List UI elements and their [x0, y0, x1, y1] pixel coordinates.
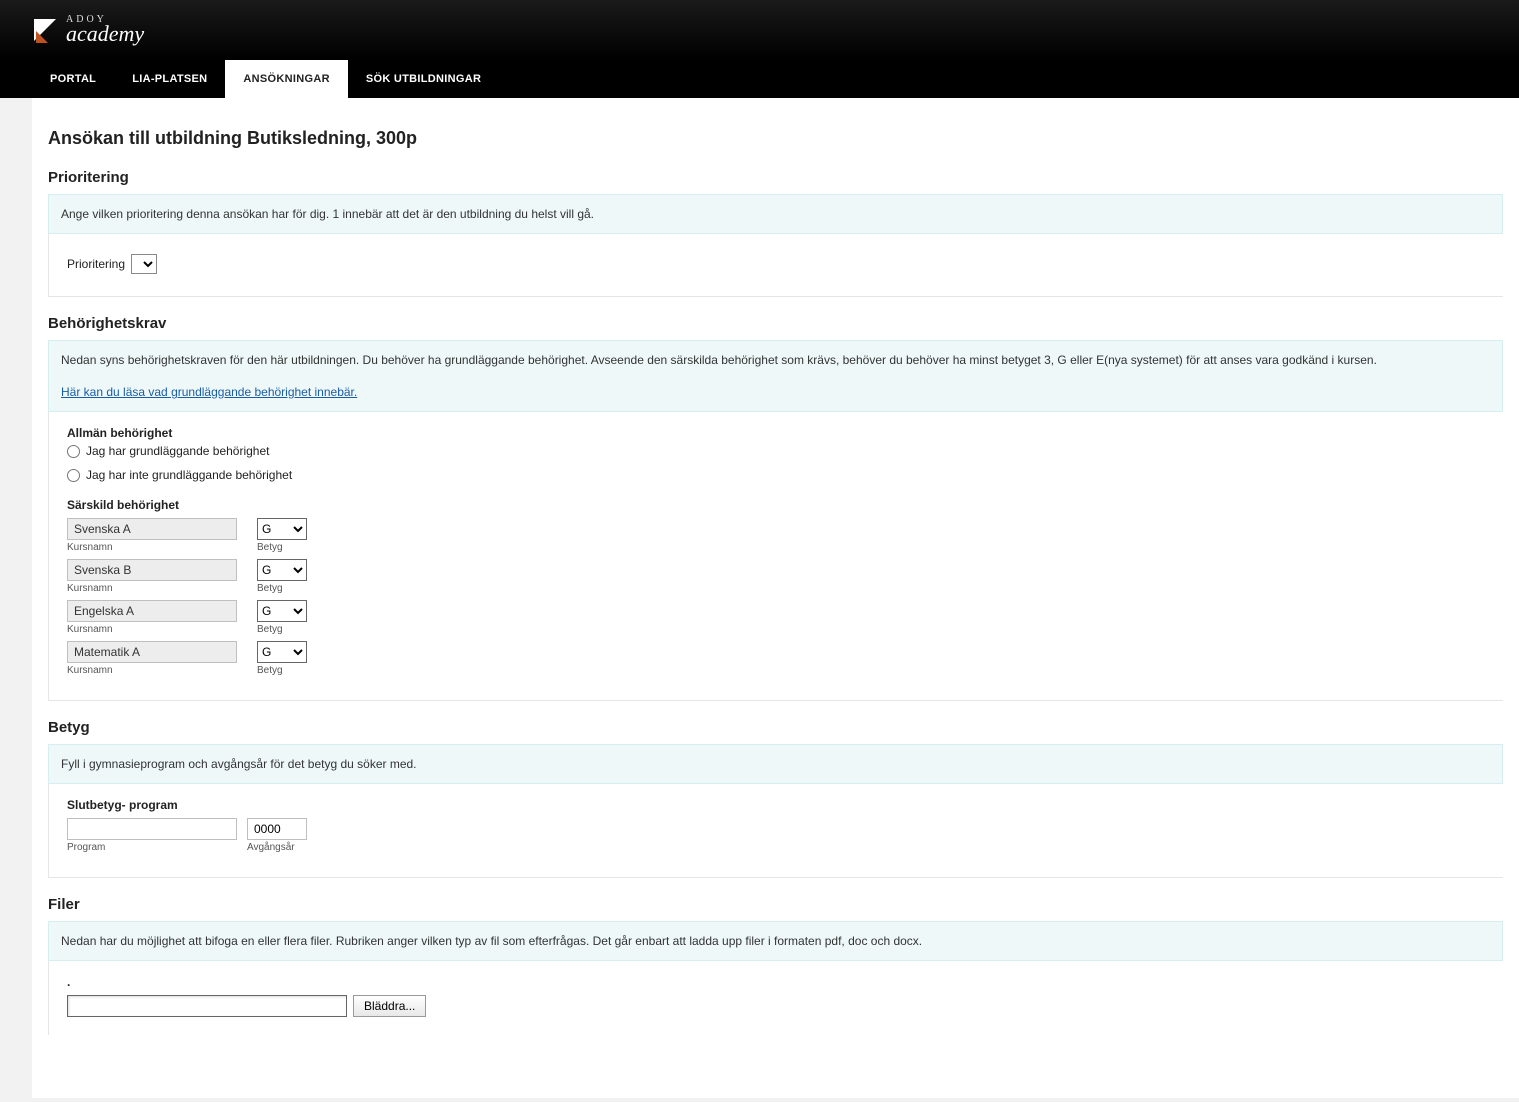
prioritering-label: Prioritering	[67, 257, 125, 271]
file-path-input[interactable]	[67, 995, 347, 1017]
course-grade-under-label: Betyg	[257, 542, 307, 553]
info-betyg: Fyll i gymnasieprogram och avgångsår för…	[48, 744, 1503, 784]
brand-line2: academy	[66, 21, 144, 47]
header: ADOY academy	[0, 0, 1519, 60]
slutbetyg-label: Slutbetyg- program	[67, 798, 1485, 812]
info-prioritering: Ange vilken prioritering denna ansökan h…	[48, 194, 1503, 234]
course-name-under-label: Kursnamn	[67, 624, 237, 635]
info-behorighet-link[interactable]: Här kan du läsa vad grundläggande behöri…	[61, 385, 357, 399]
radio-no-behorighet[interactable]	[67, 469, 80, 482]
program-input[interactable]	[67, 818, 237, 840]
filer-block: . Bläddra...	[48, 961, 1503, 1035]
browse-button[interactable]: Bläddra...	[353, 995, 426, 1017]
course-name-input	[67, 559, 237, 581]
page-title: Ansökan till utbildning Butiksledning, 3…	[48, 128, 1503, 149]
radio-has-behorighet[interactable]	[67, 445, 80, 458]
course-grade-select[interactable]: G	[257, 559, 307, 581]
radio-no-behorighet-label: Jag har inte grundläggande behörighet	[86, 468, 292, 482]
course-name-input	[67, 600, 237, 622]
behorighet-block: Allmän behörighet Jag har grundläggande …	[48, 412, 1503, 701]
course-grade-select[interactable]: G	[257, 518, 307, 540]
course-grade-under-label: Betyg	[257, 624, 307, 635]
section-prioritering-heading: Prioritering	[48, 169, 1503, 186]
program-under-label: Program	[67, 842, 237, 853]
section-filer-heading: Filer	[48, 896, 1503, 913]
logo-mark-icon	[32, 17, 58, 43]
page-body: Ansökan till utbildning Butiksledning, 3…	[32, 98, 1519, 1098]
info-behorighet-text: Nedan syns behörighetskraven för den här…	[61, 351, 1490, 369]
radio-has-behorighet-label: Jag har grundläggande behörighet	[86, 444, 269, 458]
course-grade-under-label: Betyg	[257, 583, 307, 594]
file-field-label: .	[67, 975, 1485, 989]
info-behorighet: Nedan syns behörighetskraven för den här…	[48, 340, 1503, 412]
course-grade-select[interactable]: G	[257, 641, 307, 663]
nav-item-s-k-utbildningar[interactable]: SÖK UTBILDNINGAR	[348, 60, 499, 98]
main-nav: PORTALLIA-PLATSENANSÖKNINGARSÖK UTBILDNI…	[0, 60, 1519, 98]
avgangsar-input[interactable]	[247, 818, 307, 840]
course-name-under-label: Kursnamn	[67, 542, 237, 553]
avgangsar-under-label: Avgångsår	[247, 842, 307, 853]
allman-behorighet-label: Allmän behörighet	[67, 426, 1485, 440]
betyg-block: Slutbetyg- program Program Avgångsår	[48, 784, 1503, 878]
course-name-under-label: Kursnamn	[67, 665, 237, 676]
logo[interactable]: ADOY academy	[32, 14, 144, 47]
course-name-input	[67, 641, 237, 663]
section-betyg-heading: Betyg	[48, 719, 1503, 736]
course-name-input	[67, 518, 237, 540]
course-grade-select[interactable]: G	[257, 600, 307, 622]
logo-text: ADOY academy	[66, 14, 144, 47]
prioritering-block: Prioritering	[48, 234, 1503, 297]
sarskild-behorighet-label: Särskild behörighet	[67, 498, 1485, 512]
info-betyg-text: Fyll i gymnasieprogram och avgångsår för…	[61, 757, 417, 771]
section-behorighet-heading: Behörighetskrav	[48, 315, 1503, 332]
nav-item-lia-platsen[interactable]: LIA-PLATSEN	[114, 60, 225, 98]
info-prioritering-text: Ange vilken prioritering denna ansökan h…	[61, 207, 594, 221]
course-name-under-label: Kursnamn	[67, 583, 237, 594]
prioritering-select[interactable]	[131, 254, 157, 274]
nav-item-portal[interactable]: PORTAL	[32, 60, 114, 98]
nav-item-ans-kningar[interactable]: ANSÖKNINGAR	[225, 60, 347, 98]
info-filer: Nedan har du möjlighet att bifoga en ell…	[48, 921, 1503, 961]
info-filer-text: Nedan har du möjlighet att bifoga en ell…	[61, 934, 922, 948]
course-grade-under-label: Betyg	[257, 665, 307, 676]
